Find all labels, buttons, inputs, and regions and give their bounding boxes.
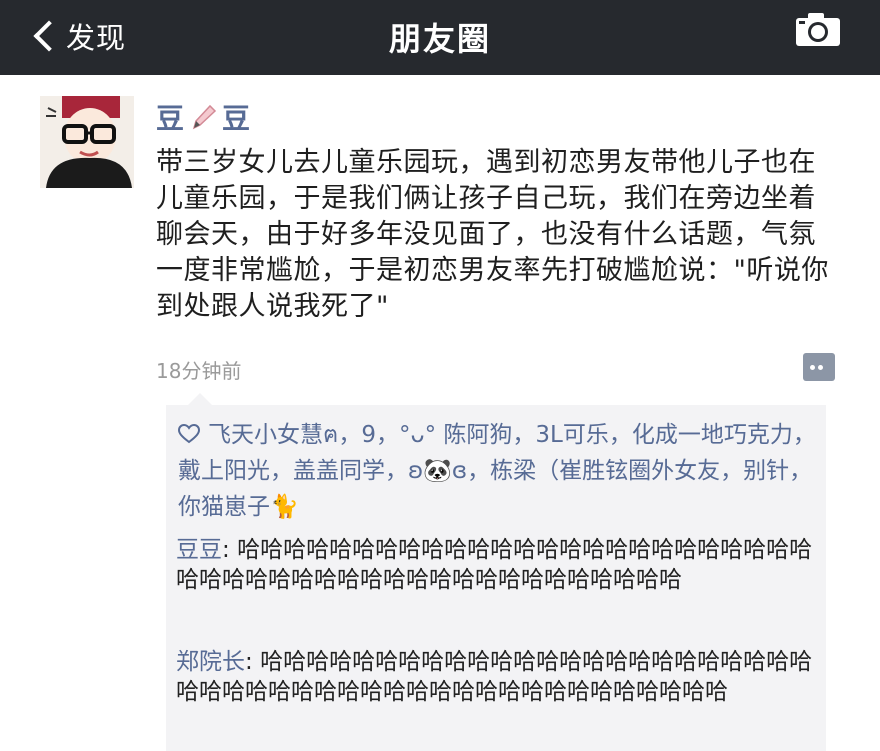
post-timestamp: 18分钟前 [156,359,242,383]
author-name-part-2: 豆 [222,102,251,135]
watermark: 大数跨境 [8,722,106,746]
avatar-illustration [40,96,134,188]
comment-author[interactable]: 豆豆 [176,537,222,563]
avatar[interactable] [40,96,134,188]
comment-item[interactable]: 郑院长: 哈哈哈哈哈哈哈哈哈哈哈哈哈哈哈哈哈哈哈哈哈哈哈哈哈哈哈哈哈哈哈哈哈哈哈… [176,647,816,707]
post-author-name[interactable]: 豆 豆 [156,97,250,137]
likes-list: 飞天小女慧ฅ，9，°ᴗ° 陈阿狗，3L可乐，化成一地巧克力，戴上阳光，盖盖同学，… [178,417,818,525]
heart-icon [178,424,200,444]
likes-comments-panel: 飞天小女慧ฅ，9，°ᴗ° 陈阿狗，3L可乐，化成一地巧克力，戴上阳光，盖盖同学，… [166,393,826,751]
comment-text: 哈哈哈哈哈哈哈哈哈哈哈哈哈哈哈哈哈哈哈哈哈哈哈哈哈哈哈哈哈哈哈哈哈哈哈哈哈哈哈哈… [176,649,813,705]
comment-separator: : [245,649,261,675]
comment-item[interactable]: 豆豆: 哈哈哈哈哈哈哈哈哈哈哈哈哈哈哈哈哈哈哈哈哈哈哈哈哈哈哈哈哈哈哈哈哈哈哈哈… [176,535,816,595]
watermark-logo-icon [8,728,38,740]
top-nav-bar: 发现 朋友圈 [0,0,880,75]
likes-names[interactable]: 飞天小女慧ฅ，9，°ᴗ° 陈阿狗，3L可乐，化成一地巧克力，戴上阳光，盖盖同学，… [178,422,816,520]
comment-text: 哈哈哈哈哈哈哈哈哈哈哈哈哈哈哈哈哈哈哈哈哈哈哈哈哈哈哈哈哈哈哈哈哈哈哈哈哈哈哈哈… [176,537,813,593]
pencil-icon [192,104,217,130]
page-title: 朋友圈 [388,20,491,58]
comment-separator: : [222,537,238,563]
comment-author[interactable]: 郑院长 [176,649,245,675]
comment-dots-icon[interactable] [803,353,835,381]
camera-icon[interactable] [794,12,842,48]
post-content: 带三岁女儿去儿童乐园玩，遇到初恋男友带他儿子也在儿童乐园，于是我们俩让孩子自己玩… [156,147,829,322]
watermark-text: 大数跨境 [42,726,107,745]
author-name-part-1: 豆 [156,102,185,135]
